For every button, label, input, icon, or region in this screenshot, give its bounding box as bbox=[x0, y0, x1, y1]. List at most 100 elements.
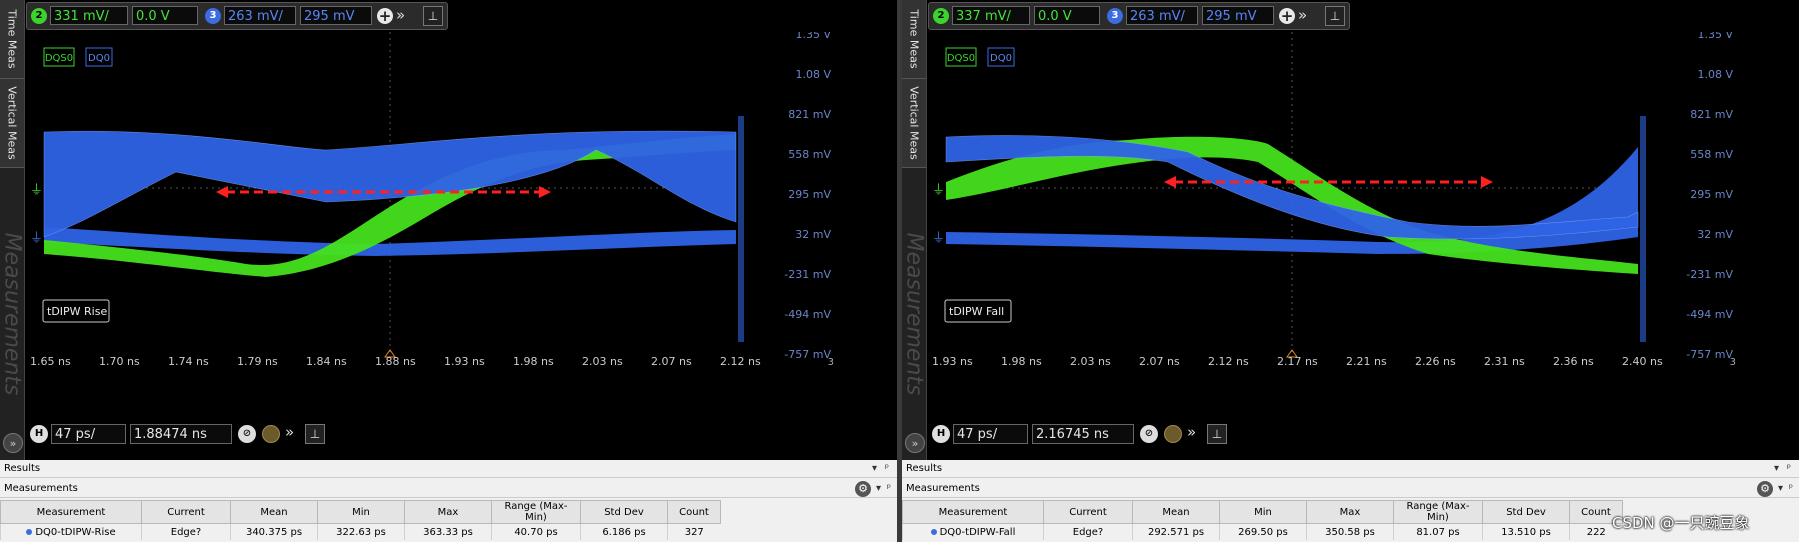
col-max[interactable]: Max bbox=[1306, 500, 1394, 524]
scope-panel-left: Time Meas Vertical Meas Measurements 2 3… bbox=[0, 0, 897, 461]
channel-3-badge[interactable]: 3 bbox=[205, 8, 221, 24]
col-std-dev[interactable]: Std Dev bbox=[1482, 500, 1570, 524]
col-mean[interactable]: Mean bbox=[1132, 500, 1220, 524]
add-channel-icon[interactable]: + bbox=[1279, 8, 1295, 24]
col-measurement[interactable]: Measurement bbox=[902, 500, 1044, 524]
ch2-offset-field[interactable]: 0.0 V bbox=[1034, 6, 1100, 25]
ch3-scale-field[interactable]: 263 mV/ bbox=[224, 6, 296, 25]
x-tick-label: 1.79 ns bbox=[237, 355, 278, 368]
pin-icon[interactable]: ⊥ bbox=[1325, 6, 1345, 26]
ch3-scale-bar bbox=[738, 116, 744, 342]
zoom-icon[interactable]: ⊘ bbox=[238, 425, 256, 443]
tab-measurements[interactable]: Measurements bbox=[902, 168, 927, 461]
annotation-label: tDIPW Fall bbox=[949, 305, 1004, 318]
ch2-scale-field[interactable]: 331 mV/ bbox=[50, 6, 128, 25]
dropdown-icon[interactable]: ▾ bbox=[1774, 460, 1779, 478]
y-tick-label: 1.08 V bbox=[1697, 68, 1733, 81]
pin-icon[interactable]: ⊥ bbox=[423, 6, 443, 26]
add-channel-icon[interactable]: + bbox=[377, 8, 393, 24]
dropdown-icon[interactable]: ▾ bbox=[872, 460, 877, 478]
table-row[interactable]: DQ0-tDIPW-Rise Edge? 340.375 ps 322.63 p… bbox=[0, 523, 721, 540]
dropdown-icon[interactable]: ▾ bbox=[1778, 479, 1783, 498]
cell-mean: 292.571 ps bbox=[1132, 523, 1220, 540]
corner-label: 3 bbox=[828, 357, 834, 368]
col-min[interactable]: Min bbox=[317, 500, 405, 524]
dropdown-icon[interactable]: ▾ bbox=[876, 479, 881, 498]
x-tick-label: 1.74 ns bbox=[168, 355, 209, 368]
col-range[interactable]: Range (Max-Min) bbox=[1393, 500, 1483, 524]
horizontal-badge[interactable]: H bbox=[30, 425, 48, 443]
ch2-ground-marker-icon: ⏚ bbox=[932, 183, 945, 198]
legend-dq0-label: DQ0 bbox=[990, 53, 1012, 64]
cell-range: 81.07 ps bbox=[1393, 523, 1483, 540]
tab-vertical-meas[interactable]: Vertical Meas bbox=[0, 79, 24, 168]
ch3-ground-marker-icon: ⏚ bbox=[932, 231, 945, 246]
h-position-field[interactable]: 1.88474 ns bbox=[130, 424, 232, 444]
col-min[interactable]: Min bbox=[1219, 500, 1307, 524]
y-tick-label: 1.35 V bbox=[1697, 32, 1733, 41]
channel-2-badge[interactable]: 2 bbox=[31, 8, 47, 24]
h-position-field[interactable]: 2.16745 ns bbox=[1032, 424, 1134, 444]
gear-icon[interactable]: ⚙ bbox=[855, 481, 871, 497]
h-scale-field[interactable]: 47 ps/ bbox=[51, 424, 126, 444]
ch3-scale-field[interactable]: 263 mV/ bbox=[1126, 6, 1198, 25]
legend-dq0-label: DQ0 bbox=[88, 53, 110, 64]
tab-vertical-meas[interactable]: Vertical Meas bbox=[902, 79, 926, 168]
y-tick-label: -231 mV bbox=[784, 268, 831, 281]
x-tick-label: 2.03 ns bbox=[582, 355, 623, 368]
waveform-display[interactable]: DQS0 DQ0 tDIPW Fall ⏚ ⏚ 1.35 V 1.08 V 821 mV 558… bbox=[928, 32, 1743, 390]
results-pane-left: Results ▾ ᵖ Measurements ⚙ ▾ ᵖ Measureme… bbox=[0, 460, 897, 542]
h-scale-field[interactable]: 47 ps/ bbox=[953, 424, 1028, 444]
channel-dot-icon bbox=[26, 528, 33, 535]
x-tick-label: 2.26 ns bbox=[1415, 355, 1456, 368]
channel-2-badge[interactable]: 2 bbox=[933, 8, 949, 24]
col-std-dev[interactable]: Std Dev bbox=[580, 500, 668, 524]
watermark: CSDN @一只豌豆象 bbox=[1612, 514, 1750, 532]
waveform-display[interactable]: DQS0 DQ0 tDIPW Rise ⏚ ⏚ 1.35 V 1.08 V 821 mV 558… bbox=[26, 32, 841, 390]
pin-icon[interactable]: ᵖ bbox=[1789, 479, 1793, 498]
y-tick-label: 295 mV bbox=[1690, 188, 1733, 201]
table-row[interactable]: DQ0-tDIPW-Fall Edge? 292.571 ps 269.50 p… bbox=[902, 523, 1623, 540]
col-max[interactable]: Max bbox=[404, 500, 492, 524]
pin-icon[interactable]: ⊥ bbox=[1207, 424, 1227, 444]
col-count[interactable]: Count bbox=[667, 500, 721, 524]
zoom-icon[interactable]: ⊘ bbox=[1140, 425, 1158, 443]
ch3-offset-field[interactable]: 295 mV bbox=[1202, 6, 1274, 25]
double-chevron-right-icon[interactable]: » bbox=[1187, 423, 1196, 441]
double-chevron-right-icon[interactable]: » bbox=[1298, 6, 1307, 24]
measurement-table: Measurement Current Mean Min Max Range (… bbox=[0, 500, 721, 540]
gear-icon[interactable]: ⚙ bbox=[1757, 481, 1773, 497]
channel-3-badge[interactable]: 3 bbox=[1107, 8, 1123, 24]
horizontal-badge[interactable]: H bbox=[932, 425, 950, 443]
tab-time-meas[interactable]: Time Meas bbox=[902, 0, 926, 79]
corner-label: 3 bbox=[1730, 357, 1736, 368]
double-chevron-right-icon[interactable]: » bbox=[396, 6, 405, 24]
cell-std-dev: 6.186 ps bbox=[580, 523, 668, 540]
pin-icon[interactable]: ᵖ bbox=[887, 479, 891, 498]
tab-measurements[interactable]: Measurements bbox=[0, 168, 25, 461]
col-current[interactable]: Current bbox=[1043, 500, 1133, 524]
ch2-scale-field[interactable]: 337 mV/ bbox=[952, 6, 1030, 25]
channel-dot-icon bbox=[930, 528, 937, 535]
measurements-header: Measurements ⚙ ▾ ᵖ bbox=[902, 479, 1799, 498]
pin-icon[interactable]: ⊥ bbox=[305, 424, 325, 444]
knob-icon[interactable] bbox=[1164, 425, 1182, 443]
pin-icon[interactable]: ᵖ bbox=[885, 460, 889, 478]
ch3-offset-field[interactable]: 295 mV bbox=[300, 6, 372, 25]
y-tick-label: -231 mV bbox=[1686, 268, 1733, 281]
y-tick-label: 32 mV bbox=[1697, 228, 1733, 241]
x-tick-label: 2.17 ns bbox=[1277, 355, 1318, 368]
tab-time-meas[interactable]: Time Meas bbox=[0, 0, 24, 79]
knob-icon[interactable] bbox=[262, 425, 280, 443]
col-range[interactable]: Range (Max-Min) bbox=[491, 500, 581, 524]
measurement-table: Measurement Current Mean Min Max Range (… bbox=[902, 500, 1623, 540]
y-tick-label: -757 mV bbox=[1686, 348, 1733, 361]
col-measurement[interactable]: Measurement bbox=[0, 500, 142, 524]
pin-icon[interactable]: ᵖ bbox=[1787, 460, 1791, 478]
ch2-offset-field[interactable]: 0.0 V bbox=[132, 6, 198, 25]
double-chevron-right-icon[interactable]: » bbox=[285, 423, 294, 441]
x-tick-label: 1.88 ns bbox=[375, 355, 416, 368]
col-current[interactable]: Current bbox=[141, 500, 231, 524]
table-header-row: Measurement Current Mean Min Max Range (… bbox=[902, 500, 1623, 524]
col-mean[interactable]: Mean bbox=[230, 500, 318, 524]
